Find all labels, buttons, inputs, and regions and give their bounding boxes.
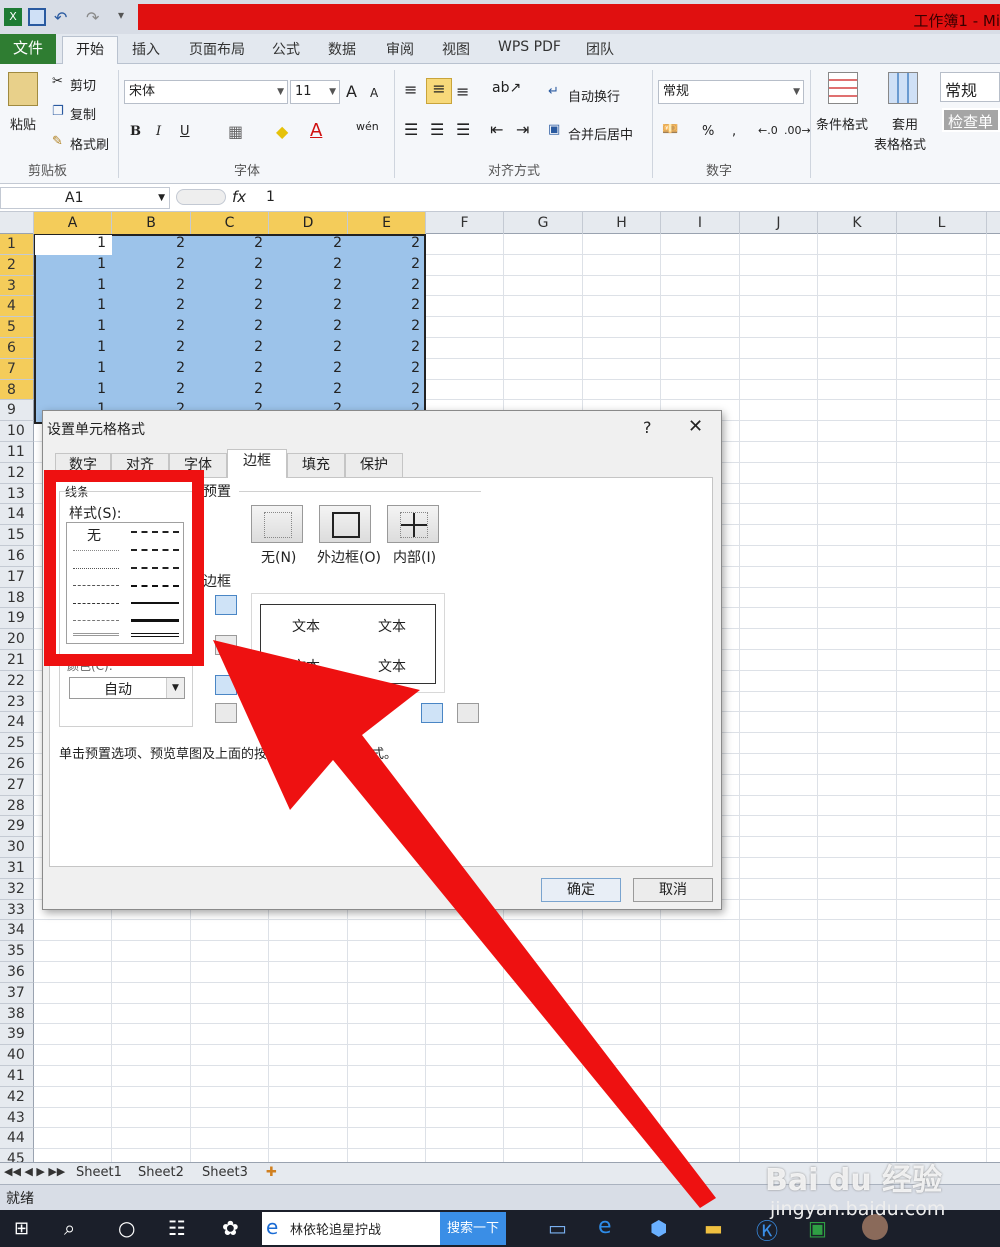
red-arrow-shape bbox=[213, 640, 716, 1208]
baidu-watermark: Bai du 经验 bbox=[765, 1163, 943, 1198]
baidu-url: jingyan.baidu.com bbox=[770, 1198, 946, 1220]
annotation-arrow bbox=[213, 640, 716, 1208]
